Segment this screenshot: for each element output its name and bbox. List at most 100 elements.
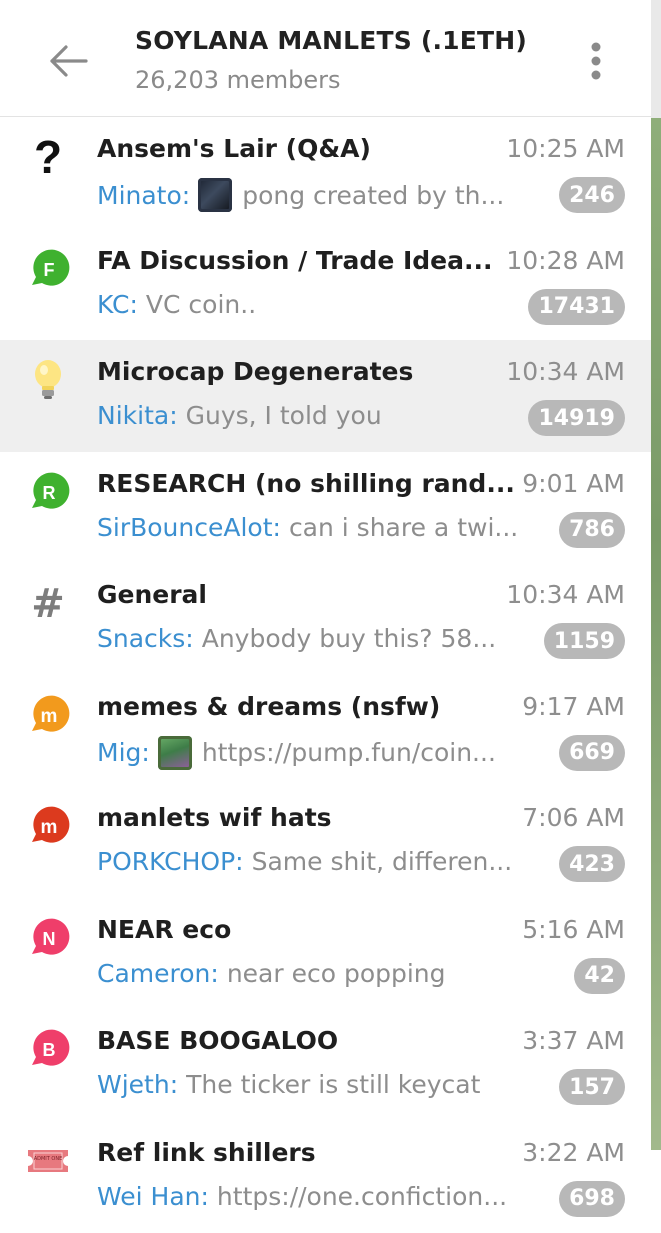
- hash-icon: #: [26, 581, 70, 625]
- topic-time: 5:16 AM: [522, 914, 625, 944]
- back-button[interactable]: [40, 36, 96, 86]
- topic-row[interactable]: m manlets wif hats 7:06 AM PORKCHOP: Sam…: [0, 786, 651, 898]
- group-header: SOYLANA MANLETS (.1ETH) 26,203 members: [0, 0, 651, 117]
- svg-text:ADMIT ONE: ADMIT ONE: [34, 1156, 63, 1162]
- topic-row[interactable]: m memes & dreams (nsfw) 9:17 AM Mig: htt…: [0, 675, 651, 787]
- unread-badge: 157: [559, 1069, 625, 1105]
- chat-screen: SOYLANA MANLETS (.1ETH) 26,203 members ?…: [0, 0, 651, 1233]
- message-text: near eco popping: [226, 958, 446, 988]
- topic-row[interactable]: R RESEARCH (no shilling rand... 9:01 AM …: [0, 452, 651, 564]
- unread-badge: 246: [559, 177, 625, 213]
- sender-name: Nikita:: [97, 401, 178, 430]
- letter-r-bubble-icon: R: [26, 470, 70, 514]
- topic-title: RESEARCH (no shilling rand...: [97, 468, 515, 498]
- message-text: Anybody buy this? 58...: [201, 624, 497, 653]
- sender-name: SirBounceAlot:: [97, 512, 281, 542]
- topic-time: 9:01 AM: [522, 468, 625, 498]
- back-arrow-icon: [50, 45, 88, 77]
- unread-badge: 42: [574, 957, 625, 994]
- message-text: https://one.confiction...: [216, 1181, 508, 1211]
- topic-time: 10:25 AM: [506, 134, 625, 163]
- unread-badge: 698: [559, 1180, 625, 1217]
- message-text: can i share a twi...: [288, 512, 519, 542]
- message-preview: KC: VC coin..: [97, 290, 256, 319]
- message-preview: Minato: pong created by th...: [97, 178, 504, 212]
- topic-time: 7:06 AM: [522, 803, 625, 832]
- message-preview: Mig: https://pump.fun/coin...: [97, 735, 496, 770]
- message-preview: Snacks: Anybody buy this? 58...: [97, 624, 496, 653]
- message-preview: PORKCHOP: Same shit, differen...: [97, 847, 512, 876]
- topic-title: Microcap Degenerates: [97, 357, 414, 386]
- question-mark-icon: ?: [26, 135, 70, 179]
- letter-n-bubble-icon: N: [26, 916, 70, 960]
- svg-text:B: B: [43, 1040, 56, 1060]
- letter-f-bubble-icon: F: [26, 247, 70, 291]
- svg-text:F: F: [44, 260, 55, 280]
- topic-time: 3:22 AM: [522, 1137, 625, 1167]
- sender-name: KC:: [97, 289, 138, 319]
- topic-title: Ansem's Lair (Q&A): [97, 134, 371, 163]
- sender-name: Wjeth:: [97, 1070, 179, 1099]
- svg-text:R: R: [43, 483, 56, 503]
- svg-text:N: N: [43, 929, 56, 949]
- svg-text:m: m: [41, 706, 58, 727]
- more-options-button[interactable]: [578, 38, 614, 84]
- message-preview: SirBounceAlot: can i share a twi...: [97, 513, 518, 542]
- unread-badge: 14919: [528, 400, 625, 436]
- svg-text:#: #: [31, 583, 65, 623]
- unread-badge: 669: [559, 734, 625, 771]
- topic-row[interactable]: ADMIT ONE Ref link shillers 3:22 AM Wei …: [0, 1121, 651, 1233]
- background-edge: [651, 0, 661, 1233]
- message-text: Same shit, differen...: [251, 847, 513, 876]
- topic-row[interactable]: Microcap Degenerates 10:34 AM Nikita: Gu…: [0, 340, 651, 452]
- message-text: pong created by th...: [242, 180, 505, 210]
- unread-badge: 17431: [528, 288, 625, 325]
- topic-time: 9:17 AM: [522, 691, 625, 721]
- letter-m-bubble-icon: m: [26, 804, 70, 848]
- message-preview: Cameron: near eco popping: [97, 959, 446, 988]
- media-thumbnail: [198, 178, 233, 212]
- edge-bottom: [651, 1150, 661, 1233]
- sender-name: PORKCHOP:: [97, 847, 244, 876]
- message-text: https://pump.fun/coin...: [201, 738, 496, 767]
- topic-title: manlets wif hats: [97, 803, 332, 832]
- letter-b-bubble-icon: B: [26, 1027, 70, 1071]
- sender-name: Mig:: [97, 738, 150, 767]
- media-thumbnail: [157, 735, 192, 770]
- member-count: 26,203 members: [135, 66, 341, 94]
- message-preview: Wjeth: The ticker is still keycat: [97, 1070, 480, 1099]
- message-preview: Wei Han: https://one.confiction...: [97, 1182, 507, 1211]
- sender-name: Wei Han:: [97, 1181, 209, 1211]
- light-bulb-icon: [26, 358, 70, 402]
- topic-title: memes & dreams (nsfw): [97, 691, 441, 721]
- vertical-dots-icon: [591, 42, 601, 80]
- topic-row[interactable]: F FA Discussion / Trade Idea... 10:28 AM…: [0, 229, 651, 341]
- sender-name: Cameron:: [97, 958, 219, 988]
- message-preview: Nikita: Guys, I told you: [97, 401, 382, 430]
- svg-text:m: m: [41, 817, 58, 838]
- sender-name: Snacks:: [97, 624, 194, 653]
- topic-title: Ref link shillers: [97, 1137, 316, 1167]
- topic-row[interactable]: # General 10:34 AM Snacks: Anybody buy t…: [0, 563, 651, 675]
- svg-text:?: ?: [34, 135, 62, 179]
- topic-time: 10:28 AM: [506, 245, 625, 275]
- topic-row[interactable]: N NEAR eco 5:16 AM Cameron: near eco pop…: [0, 898, 651, 1010]
- topic-time: 10:34 AM: [506, 357, 625, 386]
- sender-name: Minato:: [97, 180, 191, 210]
- topic-row[interactable]: ? Ansem's Lair (Q&A) 10:25 AM Minato: po…: [0, 117, 651, 229]
- message-text: Guys, I told you: [185, 401, 382, 430]
- topic-title: NEAR eco: [97, 914, 232, 944]
- topic-title: General: [97, 580, 207, 609]
- message-text: The ticker is still keycat: [186, 1070, 481, 1099]
- unread-badge: 423: [559, 846, 625, 882]
- group-title[interactable]: SOYLANA MANLETS (.1ETH): [135, 26, 527, 55]
- topic-row[interactable]: B BASE BOOGALOO 3:37 AM Wjeth: The ticke…: [0, 1009, 651, 1121]
- message-text: VC coin..: [145, 289, 257, 319]
- letter-m-bubble-icon: m: [26, 693, 70, 737]
- topic-time: 10:34 AM: [506, 580, 625, 609]
- unread-badge: 786: [559, 511, 625, 548]
- ticket-icon: ADMIT ONE: [26, 1139, 70, 1183]
- topic-time: 3:37 AM: [522, 1026, 625, 1055]
- wallpaper-edge: [651, 118, 661, 1150]
- unread-badge: 1159: [543, 623, 625, 659]
